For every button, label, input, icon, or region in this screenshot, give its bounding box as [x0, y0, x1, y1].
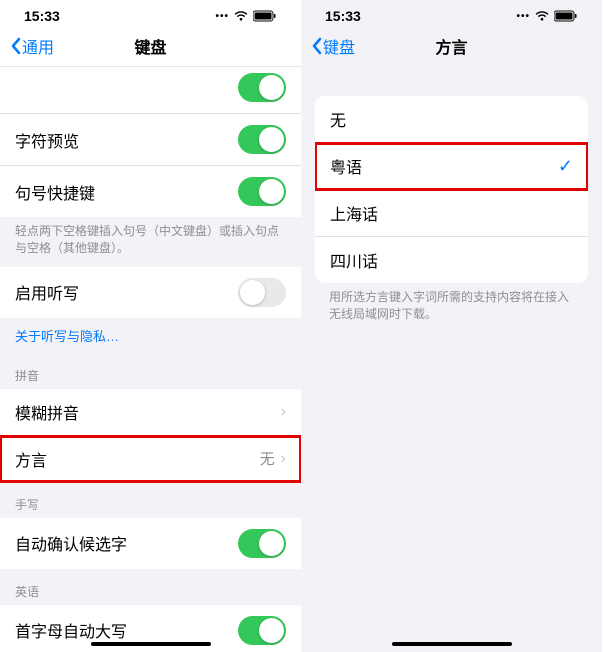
label: 自动确认候选字: [15, 531, 127, 555]
home-indicator[interactable]: [91, 642, 211, 646]
toggle[interactable]: [238, 73, 286, 102]
row-unknown-toggle[interactable]: [0, 67, 301, 114]
toggle[interactable]: [238, 125, 286, 154]
wifi-icon: [534, 10, 550, 22]
row-char-preview[interactable]: 字符预览: [0, 114, 301, 166]
label: 句号快捷键: [15, 180, 95, 204]
page-title: 方言: [435, 34, 467, 58]
chevron-right-icon: ›: [281, 403, 286, 421]
section-header-pinyin: 拼音: [0, 353, 301, 389]
dictation-privacy-link[interactable]: 关于听写与隐私…: [0, 318, 301, 353]
label: 首字母自动大写: [15, 618, 127, 642]
row-fuzzy-pinyin[interactable]: 模糊拼音 ›: [0, 389, 301, 436]
status-bar: 15:33 •••: [301, 0, 602, 28]
row-dictation[interactable]: 启用听写: [0, 267, 301, 318]
option-shanghainese[interactable]: 上海话: [315, 190, 588, 237]
signal-icon: •••: [215, 11, 229, 22]
label: 上海话: [330, 201, 378, 225]
nav-bar: 键盘 方言: [301, 28, 602, 66]
option-none[interactable]: 无: [315, 96, 588, 143]
back-button[interactable]: 通用: [10, 34, 54, 58]
row-auto-confirm[interactable]: 自动确认候选字: [0, 518, 301, 569]
checkmark-icon: ✓: [558, 156, 573, 177]
page-title: 键盘: [134, 34, 166, 58]
battery-icon: [253, 10, 277, 22]
section-header-english: 英语: [0, 569, 301, 605]
label: 启用听写: [15, 280, 79, 304]
status-bar: 15:33 •••: [0, 0, 301, 28]
section-header-handwriting: 手写: [0, 482, 301, 518]
footer-text: 用所选方言键入字词所需的支持内容将在接入无线局域网时下载。: [301, 283, 602, 333]
footer-text: 轻点两下空格键插入句号（中文键盘）或插入句点与空格（其他键盘）。: [0, 217, 301, 267]
label: 模糊拼音: [15, 400, 79, 424]
home-indicator[interactable]: [392, 642, 512, 646]
toggle[interactable]: [238, 529, 286, 558]
option-sichuanese[interactable]: 四川话: [315, 237, 588, 283]
chevron-left-icon: [311, 37, 323, 55]
time: 15:33: [24, 8, 60, 24]
label: 四川话: [330, 248, 378, 272]
chevron-right-icon: ›: [281, 450, 286, 468]
time: 15:33: [325, 8, 361, 24]
back-button[interactable]: 键盘: [311, 34, 355, 58]
wifi-icon: [233, 10, 249, 22]
back-label: 键盘: [323, 34, 355, 58]
signal-icon: •••: [516, 11, 530, 22]
toggle[interactable]: [238, 278, 286, 307]
label: 无: [330, 107, 346, 131]
toggle[interactable]: [238, 177, 286, 206]
toggle[interactable]: [238, 616, 286, 645]
chevron-left-icon: [10, 37, 22, 55]
battery-icon: [554, 10, 578, 22]
back-label: 通用: [22, 34, 54, 58]
option-cantonese[interactable]: 粤语 ✓: [315, 143, 588, 190]
row-period-shortcut[interactable]: 句号快捷键: [0, 166, 301, 217]
label: 字符预览: [15, 128, 79, 152]
label: 粤语: [330, 154, 362, 178]
label: 方言: [15, 447, 47, 471]
value: 无: [260, 448, 275, 469]
row-dialect[interactable]: 方言 无 ›: [0, 436, 301, 482]
nav-bar: 通用 键盘: [0, 28, 301, 67]
